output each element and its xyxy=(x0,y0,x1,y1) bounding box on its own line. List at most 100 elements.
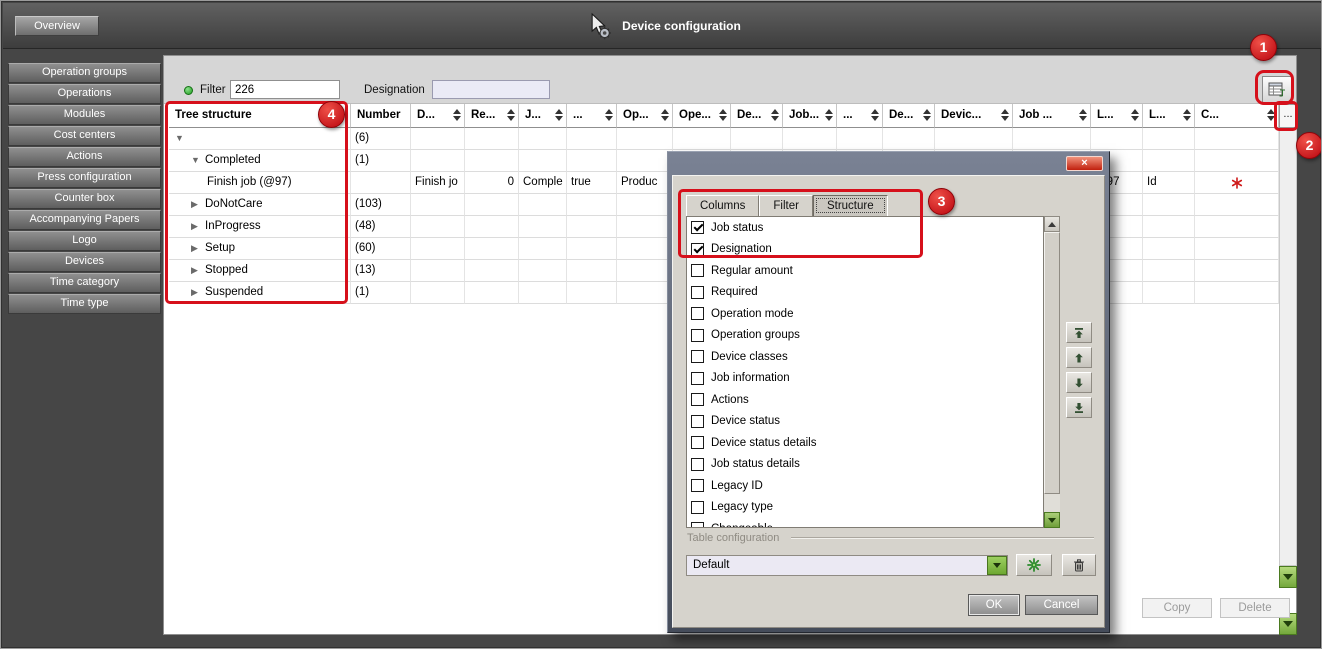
move-to-top-button[interactable] xyxy=(1066,322,1092,343)
sidebar-item-operations[interactable]: Operations xyxy=(8,84,161,104)
sort-icon[interactable] xyxy=(1267,109,1275,121)
column-header-16-c[interactable]: C... xyxy=(1195,104,1279,128)
scroll-down-button[interactable] xyxy=(1279,566,1297,588)
scrollbar-thumb[interactable] xyxy=(1044,232,1060,494)
scroll-down-button[interactable] xyxy=(1044,512,1060,528)
dialog-titlebar[interactable]: × xyxy=(668,152,1109,174)
column-header-9-job[interactable]: Job... xyxy=(783,104,837,128)
checkbox[interactable] xyxy=(691,522,704,528)
sidebar-item-logo[interactable]: Logo xyxy=(8,231,161,251)
column-header-5-col[interactable]: ... xyxy=(567,104,617,128)
column-header-7-ope[interactable]: Ope... xyxy=(673,104,731,128)
tab-columns[interactable]: Columns xyxy=(686,195,759,216)
sort-icon[interactable] xyxy=(453,109,461,121)
ok-button[interactable]: OK xyxy=(969,595,1019,615)
sidebar-item-time-type[interactable]: Time type xyxy=(8,294,161,314)
vertical-scrollbar[interactable] xyxy=(1279,128,1297,566)
scroll-up-button[interactable] xyxy=(1044,216,1060,232)
cancel-button[interactable]: Cancel xyxy=(1025,595,1098,615)
sidebar-item-press-configuration[interactable]: Press configuration xyxy=(8,168,161,188)
checklist-item-device-status-details[interactable]: Device status details xyxy=(687,432,1043,454)
column-header-8-de[interactable]: De... xyxy=(731,104,783,128)
checklist-item-required[interactable]: Required xyxy=(687,282,1043,304)
column-header-13-job[interactable]: Job ... xyxy=(1013,104,1091,128)
sort-icon[interactable] xyxy=(719,109,727,121)
delete-preset-button[interactable] xyxy=(1062,554,1096,576)
column-header-4-j[interactable]: J... xyxy=(519,104,567,128)
sort-icon[interactable] xyxy=(871,109,879,121)
sort-icon[interactable] xyxy=(661,109,669,121)
sort-icon[interactable] xyxy=(1131,109,1139,121)
sidebar-item-counter-box[interactable]: Counter box xyxy=(8,189,161,209)
expand-icon[interactable]: ▶ xyxy=(191,260,205,281)
sidebar-item-time-category[interactable]: Time category xyxy=(8,273,161,293)
checklist-item-legacy-type[interactable]: Legacy type xyxy=(687,497,1043,519)
column-header-2-d[interactable]: D... xyxy=(411,104,465,128)
footer-button-delete[interactable]: Delete xyxy=(1220,598,1290,618)
column-header-1-number[interactable]: Number xyxy=(351,104,411,128)
checklist-item-regular-amount[interactable]: Regular amount xyxy=(687,260,1043,282)
checkbox[interactable] xyxy=(691,243,704,256)
sidebar-item-operation-groups[interactable]: Operation groups xyxy=(8,63,161,83)
checklist-item-operation-mode[interactable]: Operation mode xyxy=(687,303,1043,325)
move-to-bottom-button[interactable] xyxy=(1066,397,1092,418)
move-up-button[interactable] xyxy=(1066,347,1092,368)
sidebar-item-modules[interactable]: Modules xyxy=(8,105,161,125)
checkbox[interactable] xyxy=(691,221,704,234)
sidebar-item-cost-centers[interactable]: Cost centers xyxy=(8,126,161,146)
checklist-item-changeable[interactable]: Changeable xyxy=(687,518,1043,528)
checklist-item-operation-groups[interactable]: Operation groups xyxy=(687,325,1043,347)
checkbox[interactable] xyxy=(691,286,704,299)
sort-icon[interactable] xyxy=(1183,109,1191,121)
collapse-icon[interactable]: ▼ xyxy=(175,128,189,149)
sort-icon[interactable] xyxy=(1001,109,1009,121)
checkbox[interactable] xyxy=(691,501,704,514)
sidebar-item-actions[interactable]: Actions xyxy=(8,147,161,167)
sort-icon[interactable] xyxy=(923,109,931,121)
table-row-root[interactable]: ▼(6) xyxy=(169,128,1279,150)
checkbox[interactable] xyxy=(691,307,704,320)
checkbox[interactable] xyxy=(691,479,704,492)
column-header-11-de[interactable]: De... xyxy=(883,104,935,128)
dropdown-arrow-button[interactable] xyxy=(987,556,1007,575)
expand-icon[interactable]: ▶ xyxy=(191,216,205,237)
column-header-10-col[interactable]: ... xyxy=(837,104,883,128)
overview-button[interactable]: Overview xyxy=(15,16,99,36)
checklist-item-device-status[interactable]: Device status xyxy=(687,411,1043,433)
checkbox[interactable] xyxy=(691,458,704,471)
checkbox[interactable] xyxy=(691,436,704,449)
sidebar-item-accompanying-papers[interactable]: Accompanying Papers xyxy=(8,210,161,230)
checklist-item-job-information[interactable]: Job information xyxy=(687,368,1043,390)
collapse-icon[interactable]: ▼ xyxy=(191,150,205,171)
tab-structure[interactable]: Structure xyxy=(813,195,888,216)
column-header-3-re[interactable]: Re... xyxy=(465,104,519,128)
move-down-button[interactable] xyxy=(1066,372,1092,393)
checkbox[interactable] xyxy=(691,372,704,385)
sort-icon[interactable] xyxy=(555,109,563,121)
sort-icon[interactable] xyxy=(1079,109,1087,121)
checkbox[interactable] xyxy=(691,350,704,363)
sort-icon[interactable] xyxy=(771,109,779,121)
close-button[interactable]: × xyxy=(1066,156,1103,171)
checkbox[interactable] xyxy=(691,393,704,406)
sort-icon[interactable] xyxy=(605,109,613,121)
column-more-button[interactable]: ... xyxy=(1279,104,1297,128)
table-settings-button[interactable] xyxy=(1262,76,1292,103)
column-header-6-op[interactable]: Op... xyxy=(617,104,673,128)
checkbox[interactable] xyxy=(691,415,704,428)
expand-icon[interactable]: ▶ xyxy=(191,238,205,259)
checklist-item-device-classes[interactable]: Device classes xyxy=(687,346,1043,368)
column-header-12-devic[interactable]: Devic... xyxy=(935,104,1013,128)
expand-icon[interactable]: ▶ xyxy=(191,194,205,215)
column-header-15-l[interactable]: L... xyxy=(1143,104,1195,128)
tab-filter[interactable]: Filter xyxy=(759,195,813,216)
checklist-item-job-status-details[interactable]: Job status details xyxy=(687,454,1043,476)
footer-button-copy[interactable]: Copy xyxy=(1142,598,1212,618)
preset-dropdown[interactable]: Default xyxy=(686,555,1008,576)
new-preset-button[interactable] xyxy=(1016,554,1052,576)
checklist-item-job-status[interactable]: Job status xyxy=(687,217,1043,239)
checkbox[interactable] xyxy=(691,264,704,277)
column-header-0-tree-structure[interactable]: Tree structure xyxy=(169,104,351,128)
list-scrollbar[interactable] xyxy=(1044,216,1060,528)
sort-icon[interactable] xyxy=(825,109,833,121)
